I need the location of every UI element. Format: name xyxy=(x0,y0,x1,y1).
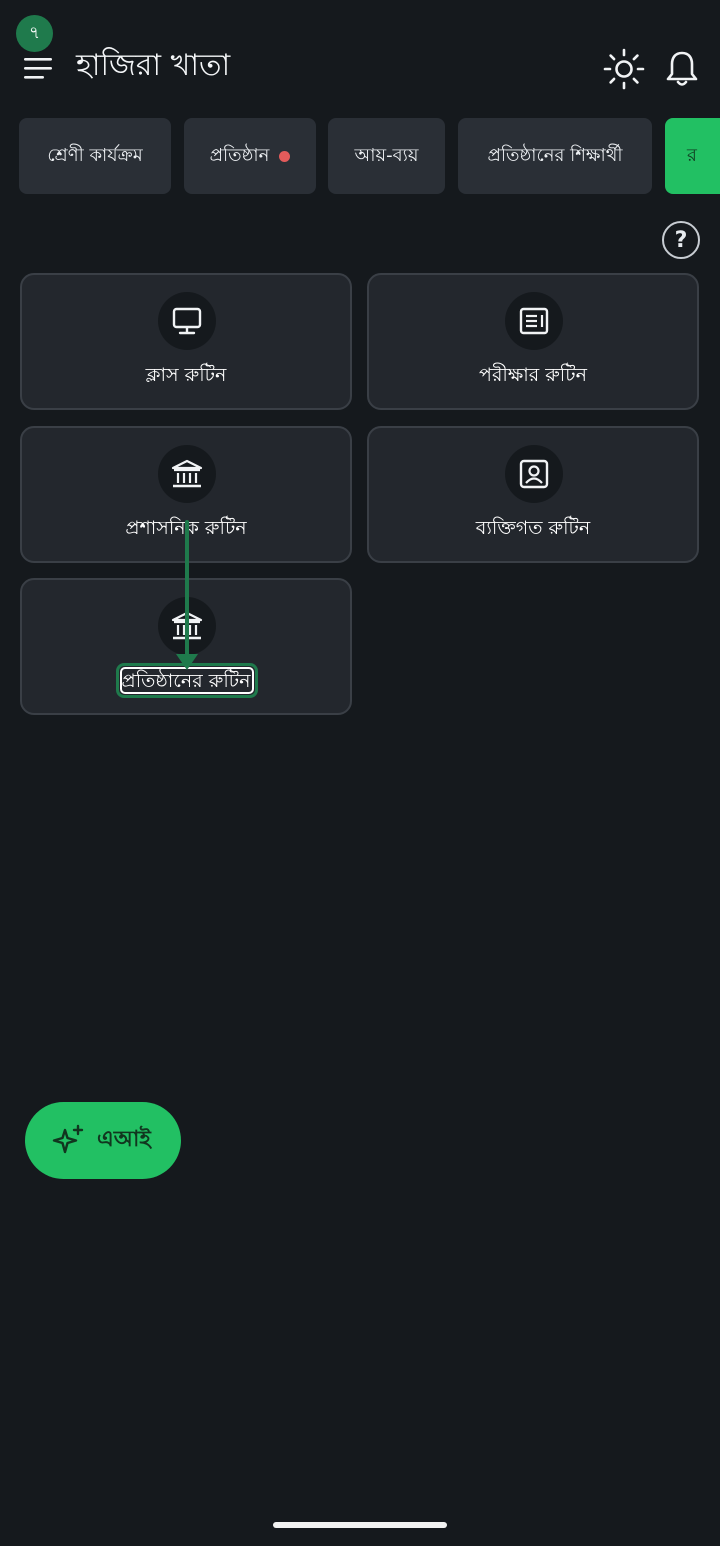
notifications-button[interactable] xyxy=(660,47,704,91)
card-icon-circle xyxy=(505,445,563,503)
personal-routine-card[interactable]: ব্যক্তিগত রুটিন xyxy=(367,426,699,563)
app-title: হাজিরা খাতা xyxy=(76,48,231,83)
hamburger-menu-icon xyxy=(24,58,52,79)
help-button[interactable]: ? xyxy=(662,221,700,259)
administrative-routine-card[interactable]: প্রশাসনিক রুটিন xyxy=(20,426,352,563)
tab-label: প্রতিষ্ঠান xyxy=(209,144,270,166)
card-label: ক্লাস রুটিন xyxy=(145,364,227,386)
bell-icon xyxy=(666,51,698,86)
home-indicator[interactable] xyxy=(273,1522,447,1528)
tab-income-expense[interactable]: আয়-ব্যয় xyxy=(328,118,445,194)
card-label: পরীক্ষার রুটিন xyxy=(479,364,587,386)
tab-institution[interactable]: প্রতিষ্ঠান xyxy=(184,118,316,194)
card-icon-circle xyxy=(158,445,216,503)
category-tab-strip[interactable]: শ্রেণী কার্যক্রম প্রতিষ্ঠান আয়-ব্যয় প্… xyxy=(0,118,720,196)
bank-building-icon xyxy=(171,459,203,488)
tab-institution-students[interactable]: প্রতিষ্ঠানের শিক্ষার্থী xyxy=(458,118,652,194)
ai-button-label: এআই xyxy=(97,1127,151,1152)
tab-class-activities[interactable]: শ্রেণী কার্যক্রম xyxy=(19,118,171,194)
card-label: প্রতিষ্ঠানের রুটিন xyxy=(121,670,251,692)
card-label: প্রশাসনিক রুটিন xyxy=(125,517,247,539)
ai-assistant-button[interactable]: এআই xyxy=(25,1102,181,1179)
menu-button[interactable] xyxy=(22,54,56,84)
institution-routine-card[interactable]: প্রতিষ্ঠানের রুটিন xyxy=(20,578,352,715)
tab-label: র xyxy=(687,144,697,166)
step-number-badge: ৭ xyxy=(16,15,53,52)
card-icon-circle xyxy=(505,292,563,350)
notification-dot xyxy=(279,150,291,162)
class-routine-card[interactable]: ক্লাস রুটিন xyxy=(20,273,352,410)
card-label: ব্যক্তিগত রুটিন xyxy=(475,517,591,539)
sun-icon xyxy=(603,48,645,90)
exam-routine-card[interactable]: পরীক্ষার রুটিন xyxy=(367,273,699,410)
sparkle-icon xyxy=(52,1124,84,1154)
tab-label: প্রতিষ্ঠানের শিক্ষার্থী xyxy=(487,144,623,166)
bank-building-icon xyxy=(171,611,203,640)
card-icon-circle xyxy=(158,597,216,655)
theme-toggle-button[interactable] xyxy=(602,47,646,91)
document-list-icon xyxy=(519,307,549,335)
person-frame-icon xyxy=(519,459,549,489)
tab-routine[interactable]: র xyxy=(665,118,720,194)
tab-label: আয়-ব্যয় xyxy=(354,144,419,166)
monitor-icon xyxy=(172,307,202,335)
question-mark-icon: ? xyxy=(674,227,688,253)
card-icon-circle xyxy=(158,292,216,350)
tab-label: শ্রেণী কার্যক্রম xyxy=(47,144,143,166)
